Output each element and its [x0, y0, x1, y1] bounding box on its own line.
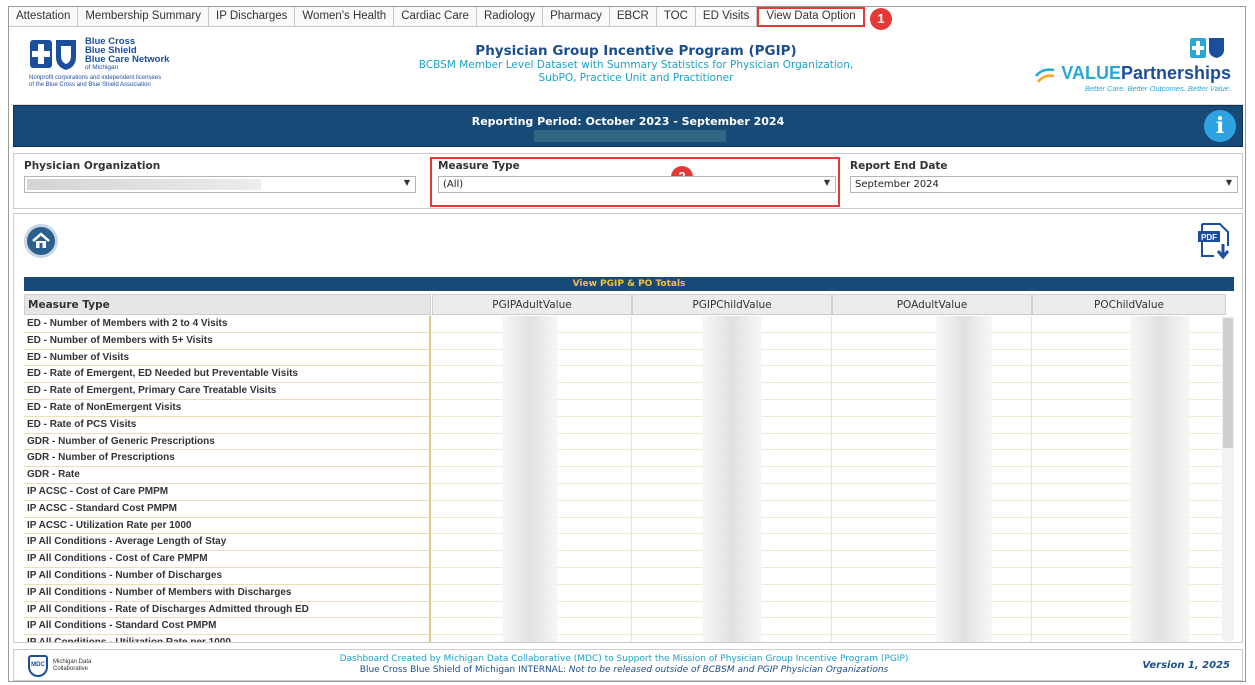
page-subtitle-2: SubPO, Practice Unit and Practitioner — [538, 72, 734, 84]
bcbs-name-line4: of Michigan — [85, 64, 119, 71]
physician-organization-label: Physician Organization — [24, 160, 161, 172]
dropdown-arrow-icon: ▼ — [823, 178, 830, 187]
redacted-field — [27, 179, 261, 190]
bcbs-logo: Blue Cross Blue Shield Blue Care Network… — [29, 37, 209, 101]
reporting-period-bar: Reporting Period: October 2023 - Septemb… — [13, 105, 1243, 147]
measure-type-select[interactable]: (All) ▼ — [438, 176, 836, 193]
mdc-name-line1: Michigan Data — [53, 659, 92, 665]
table-row[interactable]: GDR - Number of Generic Prescriptions — [24, 434, 429, 451]
report-end-date-select[interactable]: September 2024 ▼ — [850, 176, 1238, 193]
po-child-values — [1032, 316, 1226, 642]
table-row[interactable]: ED - Rate of Emergent, Primary Care Trea… — [24, 383, 429, 400]
po-adult-values — [832, 316, 1032, 642]
mdc-shield-icon: MDC — [28, 655, 48, 677]
bcbs-name-line3: Blue Care Network — [85, 54, 170, 65]
pgip-adult-values — [432, 316, 632, 642]
vp-tagline: Better Care. Better Outcomes. Better Val… — [1084, 84, 1231, 93]
tab-radiology[interactable]: Radiology — [476, 7, 544, 27]
table-row[interactable]: IP All Conditions - Number of Discharges — [24, 568, 429, 585]
tab-ebcr[interactable]: EBCR — [609, 7, 657, 27]
table-row[interactable]: IP All Conditions - Number of Members wi… — [24, 585, 429, 602]
tab-attestation[interactable]: Attestation — [9, 7, 79, 27]
column-header-po-adult[interactable]: POAdultValue — [832, 294, 1032, 315]
vp-cross-shield-icon — [1190, 38, 1224, 58]
footer: MDC Michigan Data Collaborative Dashboar… — [13, 649, 1243, 681]
data-panel: PDF View PGIP & PO Totals Measure Type P… — [13, 213, 1243, 643]
column-header-measure-type[interactable]: Measure Type — [24, 294, 431, 315]
column-header-pgip-adult[interactable]: PGIPAdultValue — [432, 294, 632, 315]
column-header-po-child[interactable]: POChildValue — [1032, 294, 1226, 315]
vp-wordmark: VALUEPartnerships — [1061, 63, 1231, 83]
dropdown-arrow-icon: ▼ — [1225, 178, 1232, 187]
table-row[interactable]: IP ACSC - Utilization Rate per 1000 — [24, 518, 429, 535]
tab-ed-visits[interactable]: ED Visits — [695, 7, 758, 27]
scrollbar-thumb[interactable] — [1223, 318, 1233, 448]
annotation-badge-1: 1 — [870, 8, 892, 30]
view-totals-link[interactable]: View PGIP & PO Totals — [24, 277, 1234, 291]
info-icon[interactable]: i — [1204, 110, 1236, 142]
table-row[interactable]: ED - Number of Members with 5+ Visits — [24, 333, 429, 350]
footer-credit: Dashboard Created by Michigan Data Colla… — [339, 654, 909, 664]
bcbs-disclaimer-2: of the Blue Cross and Blue Shield Associ… — [29, 82, 151, 88]
tab-view-data-option[interactable]: View Data Option — [757, 7, 865, 27]
measure-rows: ED - Number of Members with 2 to 4 Visit… — [24, 316, 431, 642]
page-subtitle-1: BCBSM Member Level Dataset with Summary … — [418, 59, 854, 71]
pdf-download-icon: PDF — [1198, 223, 1230, 260]
report-end-date-label: Report End Date — [850, 160, 948, 172]
physician-organization-filter: Physician Organization ▼ — [24, 160, 416, 193]
table-row[interactable]: ED - Rate of PCS Visits — [24, 417, 429, 434]
svg-text:PDF: PDF — [1201, 233, 1217, 242]
home-button[interactable] — [24, 224, 58, 258]
tab-womens-health[interactable]: Women's Health — [295, 7, 395, 27]
reporting-period-text: Reporting Period: October 2023 - Septemb… — [471, 115, 785, 128]
tab-ip-discharges[interactable]: IP Discharges — [209, 7, 296, 27]
page-title: Physician Group Incentive Program (PGIP) — [475, 43, 797, 59]
tab-membership-summary[interactable]: Membership Summary — [78, 7, 210, 27]
table-row[interactable]: IP All Conditions - Utilization Rate per… — [24, 635, 429, 642]
value-partnerships-logo: VALUEPartnerships Better Care. Better Ou… — [1031, 37, 1231, 97]
redacted-field — [534, 130, 726, 142]
table-row[interactable]: IP All Conditions - Standard Cost PMPM — [24, 618, 429, 636]
filter-panel: Physician Organization ▼ 2 Measure Type … — [13, 153, 1243, 209]
bcbs-disclaimer-1: Nonprofit corporations and independent l… — [29, 75, 162, 81]
mdc-name-line2: Collaborative — [53, 666, 89, 672]
tab-toc[interactable]: TOC — [656, 7, 696, 27]
table-row[interactable]: IP ACSC - Cost of Care PMPM — [24, 484, 429, 501]
table-row[interactable]: ED - Rate of Emergent, ED Needed but Pre… — [24, 366, 429, 384]
header: Blue Cross Blue Shield Blue Care Network… — [11, 29, 1243, 105]
table-row[interactable]: ED - Number of Visits — [24, 350, 429, 367]
table-row[interactable]: IP ACSC - Standard Cost PMPM — [24, 501, 429, 518]
vp-swoosh-icon — [1035, 67, 1055, 83]
report-end-date-filter: Report End Date September 2024 ▼ — [850, 160, 1238, 193]
table-row[interactable]: GDR - Rate — [24, 467, 429, 484]
table-row[interactable]: IP All Conditions - Average Length of St… — [24, 534, 429, 552]
page-title-block: Physician Group Incentive Program (PGIP)… — [371, 43, 901, 85]
footer-confidential: Blue Cross Blue Shield of Michigan INTER… — [359, 665, 889, 675]
tab-cardiac-care[interactable]: Cardiac Care — [394, 7, 477, 27]
table-row[interactable]: IP All Conditions - Cost of Care PMPM — [24, 551, 429, 568]
pgip-child-values — [632, 316, 832, 642]
column-header-pgip-child[interactable]: PGIPChildValue — [632, 294, 832, 315]
table-row[interactable]: IP All Conditions - Rate of Discharges A… — [24, 602, 429, 619]
mdc-logo: MDC Michigan Data Collaborative — [28, 655, 91, 677]
bcbs-cross-shield-icon — [30, 40, 76, 70]
measure-type-label: Measure Type — [438, 160, 520, 172]
dropdown-arrow-icon: ▼ — [403, 178, 410, 187]
footer-notice: Dashboard Created by Michigan Data Colla… — [254, 654, 994, 676]
tab-pharmacy[interactable]: Pharmacy — [543, 7, 610, 27]
table-row[interactable]: GDR - Number of Prescriptions — [24, 450, 429, 468]
table-row[interactable]: ED - Number of Members with 2 to 4 Visit… — [24, 316, 429, 333]
table-row[interactable]: ED - Rate of NonEmergent Visits — [24, 400, 429, 417]
home-icon — [32, 232, 50, 248]
measure-type-filter: Measure Type (All) ▼ — [438, 160, 836, 193]
pdf-download-button[interactable]: PDF — [1196, 222, 1232, 262]
physician-organization-select[interactable]: ▼ — [24, 176, 416, 193]
tab-bar: Attestation Membership Summary IP Discha… — [9, 7, 865, 27]
version-label: Version 1, 2025 — [1142, 660, 1230, 671]
dashboard-frame: Attestation Membership Summary IP Discha… — [8, 6, 1246, 682]
